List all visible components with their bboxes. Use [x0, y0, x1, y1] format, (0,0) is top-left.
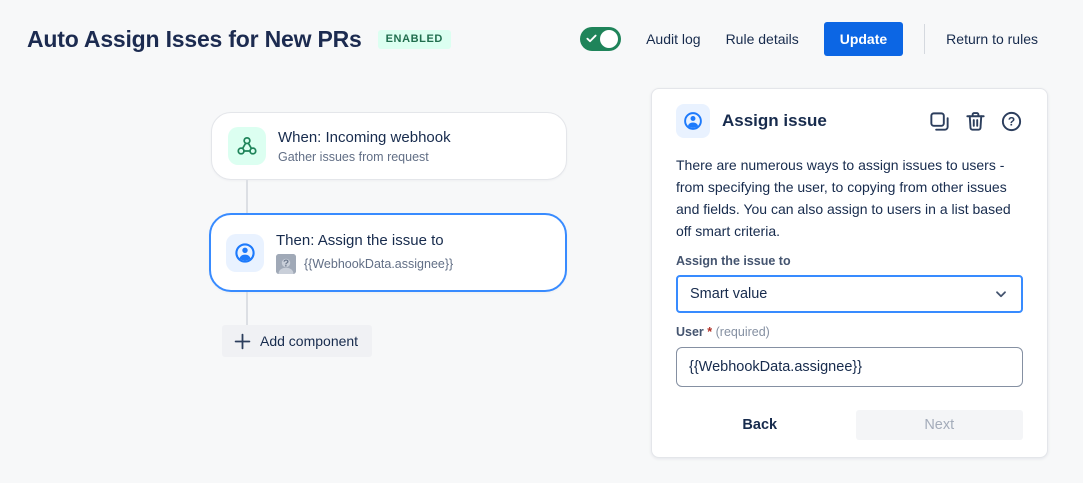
assignee-person-icon: [676, 104, 710, 138]
delete-button[interactable]: [964, 110, 987, 133]
svg-text:?: ?: [1008, 114, 1015, 128]
plus-icon: [234, 333, 251, 349]
flow-connector: [246, 292, 248, 326]
required-star: *: [707, 325, 713, 339]
assignee-person-icon: [226, 233, 264, 272]
back-button[interactable]: Back: [676, 410, 844, 440]
flow-connector: [246, 180, 248, 213]
header-actions: Audit log Rule details Update Return to …: [580, 22, 1038, 56]
user-field-label: User * (required): [676, 325, 770, 339]
chevron-down-icon: [996, 291, 1006, 298]
unknown-user-avatar: ?: [276, 254, 296, 274]
help-button[interactable]: ?: [1000, 110, 1023, 133]
add-component-button[interactable]: Add component: [222, 325, 373, 357]
action-smart-value: {{WebhookData.assignee}}: [304, 257, 454, 271]
assign-field-label: Assign the issue to: [676, 254, 791, 268]
action-card-assign-issue[interactable]: Then: Assign the issue to ? {{WebhookDat…: [209, 213, 567, 292]
toggle-knob: [600, 30, 619, 48]
svg-text:?: ?: [283, 259, 289, 270]
panel-description: There are numerous ways to assign issues…: [676, 157, 1011, 239]
question-circle-icon: ?: [1001, 111, 1022, 131]
assign-issue-panel: Assign issue ? There are numerous ways t…: [651, 88, 1048, 458]
action-title: Then: Assign the issue to: [276, 232, 444, 249]
duplicate-icon: [930, 111, 949, 131]
automation-rule-editor: Auto Assign Isses for New PRs ENABLED Au…: [0, 0, 1083, 483]
webhook-icon: [228, 127, 266, 165]
check-icon: [586, 34, 597, 43]
panel-title: Assign issue: [722, 111, 827, 130]
required-hint: (required): [715, 325, 770, 339]
duplicate-button[interactable]: [928, 110, 951, 133]
update-button[interactable]: Update: [823, 22, 904, 56]
header-divider: [924, 24, 926, 54]
page-title: Auto Assign Isses for New PRs: [27, 25, 362, 52]
add-component-label: Add component: [260, 333, 359, 349]
user-input[interactable]: [676, 347, 1023, 387]
audit-log-link[interactable]: Audit log: [646, 31, 700, 47]
trash-icon: [966, 111, 985, 131]
assign-method-select[interactable]: Smart value: [676, 275, 1023, 313]
return-to-rules-link[interactable]: Return to rules: [946, 31, 1038, 47]
rule-details-link[interactable]: Rule details: [726, 31, 799, 47]
assign-method-selected: Smart value: [690, 286, 768, 302]
trigger-subtitle: Gather issues from request: [278, 150, 429, 164]
header-bar: Auto Assign Isses for New PRs ENABLED Au…: [0, 0, 1083, 78]
next-button[interactable]: Next: [855, 410, 1023, 440]
rule-enabled-toggle[interactable]: [580, 27, 622, 51]
status-badge: ENABLED: [377, 29, 451, 49]
trigger-card-incoming-webhook[interactable]: When: Incoming webhook Gather issues fro…: [211, 112, 567, 180]
trigger-title: When: Incoming webhook: [278, 129, 451, 146]
